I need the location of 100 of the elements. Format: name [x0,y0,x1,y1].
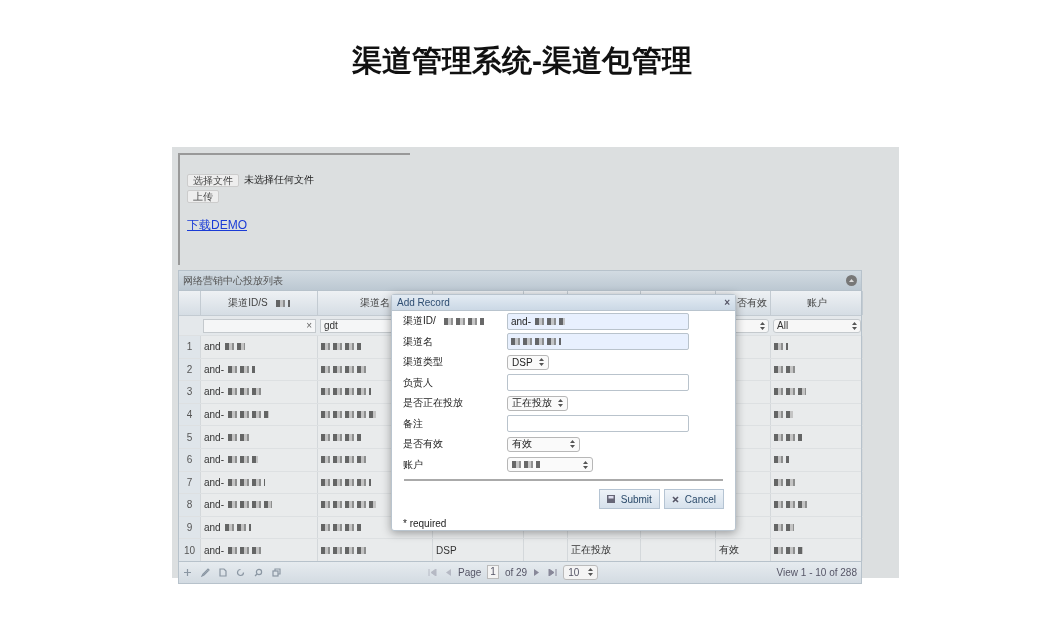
row-number: 8 [186,499,193,511]
input-field[interactable] [507,374,689,392]
table-cell: and- [204,409,224,421]
redacted-mark [228,433,251,441]
redacted-mark [535,317,565,325]
redacted-mark [321,546,366,554]
redacted-mark [321,343,361,351]
field-label: 备注 [403,417,423,429]
redacted-mark [774,411,793,419]
upload-button[interactable]: 上传 [187,190,219,203]
redacted-mark [774,524,794,532]
select-arrows-icon [570,440,575,449]
add-icon[interactable] [183,567,192,577]
redacted-mark [228,365,255,373]
field-label: 负责人 [403,376,433,388]
select-arrows-icon [588,568,594,577]
pencil-icon[interactable] [201,567,210,577]
select-arrows-icon [583,460,588,469]
field-label: 是否有效 [403,438,443,450]
row-number: 7 [186,476,193,488]
redacted-mark [774,433,802,441]
field-label: 渠道名 [403,335,433,347]
record-count: View 1 - 10 of 288 [776,566,857,578]
cancel-button[interactable]: Cancel [663,489,724,509]
search-icon[interactable] [254,567,263,577]
submit-button[interactable]: Submit [598,489,660,509]
column-header[interactable]: 渠道名 [360,296,390,310]
redacted-mark [228,411,269,419]
first-page-icon[interactable] [428,568,437,576]
table-cell: and- [204,386,224,398]
redacted-mark [321,411,376,419]
collapse-icon[interactable] [846,275,857,286]
redacted-mark [228,478,265,486]
previous-page-icon[interactable] [443,568,452,576]
redacted-mark [224,343,245,351]
dropdown[interactable]: 有效 [507,436,580,452]
table-cell: and- [204,476,224,488]
dropdown[interactable]: 正在投放 [507,395,568,411]
input-field[interactable]: and- [507,312,689,330]
select-arrows-icon [852,321,857,330]
table-cell: and- [204,431,224,443]
table-cell: 有效 [719,543,739,558]
field-label: 渠道类型 [403,356,443,368]
refresh-icon[interactable] [236,567,245,577]
select-arrows-icon [760,321,765,330]
redacted-mark [321,433,361,441]
redacted-mark [321,524,361,532]
slide-title: 渠道管理系统-渠道包管理 [352,42,692,79]
dropdown[interactable] [507,457,593,473]
close-button[interactable]: × [724,297,730,308]
redacted-mark [321,388,371,396]
last-page-icon[interactable] [548,568,558,576]
choose-file-button[interactable]: 选择文件 [187,173,239,187]
document-icon[interactable] [219,567,227,577]
redacted-mark [228,501,272,509]
field-label: 是否正在投放 [403,397,463,409]
redacted-mark [228,546,261,554]
row-number: 3 [186,386,193,398]
page-field[interactable]: 1 [487,565,499,580]
redacted-mark [224,524,251,532]
table-cell: and- [204,454,224,466]
column-header[interactable]: 渠道ID/S [228,296,268,310]
table-cell: and- [204,544,224,556]
row-number: 10 [183,544,196,556]
row-number: 6 [186,454,193,466]
page-label: Page [458,566,482,578]
table-cell: 正在投放 [571,543,611,558]
table-cell: and [204,522,221,534]
filter-field[interactable]: × [203,318,316,333]
page-size-select[interactable]: 10 [563,564,599,580]
table-cell: and [204,341,221,353]
copy-icon[interactable] [272,567,281,577]
filter-select[interactable]: All [773,318,861,333]
column-header[interactable]: 账户 [806,296,827,310]
redacted-mark [321,478,371,486]
redacted-mark [774,388,806,396]
row-number: 1 [186,341,193,353]
input-field[interactable] [507,333,689,351]
field-label: 账户 [403,458,423,470]
row-number: 2 [186,363,193,375]
row-number: 9 [186,522,193,534]
dropdown[interactable]: DSP [507,354,549,370]
redacted-mark [321,501,376,509]
dialog-title: Add Record [397,297,450,308]
redacted-mark [512,461,540,469]
redacted-mark [321,365,366,373]
download-link[interactable]: 下载DEMO [187,217,247,234]
redacted-mark [774,478,798,486]
redacted-mark [228,388,262,396]
page-count: of 29 [504,566,528,578]
table-cell: DSP [436,544,457,556]
column-header[interactable]: 否有效 [737,296,767,310]
redacted-mark [774,456,789,464]
input-field[interactable] [507,415,689,433]
file-status: 未选择任何文件 [244,173,314,187]
close-icon [671,495,679,503]
redacted-mark [774,343,788,351]
grid-caption: 网络营销中心投放列表 [183,273,283,288]
select-arrows-icon [558,399,563,408]
redacted-mark [228,456,258,464]
